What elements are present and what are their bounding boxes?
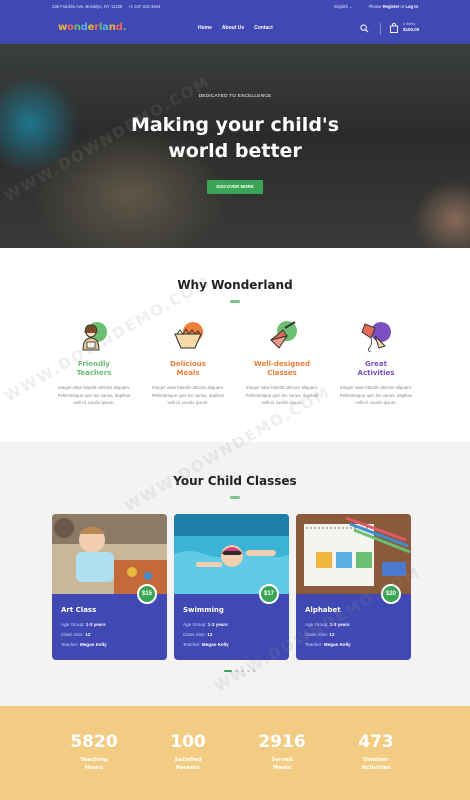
feature-description: Integer vitae blandit ultricies aliquam.… (339, 385, 413, 405)
chevron-down-icon: ⌄ (349, 4, 353, 9)
feature-description: Integer vitae blandit ultricies aliquam.… (245, 385, 319, 405)
age-group: Age Group: 1-3 years (61, 622, 106, 627)
feature-title: Well-designed Classes (254, 360, 310, 377)
feature-title: Delicious Meals (170, 360, 206, 377)
account-links: Please Register or Log In (368, 4, 418, 9)
carousel-dot[interactable] (247, 670, 250, 672)
stat-label: Satisfied Parents (174, 757, 202, 771)
logo-letter: e (87, 22, 95, 33)
teacher: Teacher: Megan Kelly (183, 642, 229, 647)
swimming-photo (174, 514, 289, 594)
carousel-pagination (224, 670, 256, 672)
age-group: Age Group: 1-3 years (305, 622, 350, 627)
stat-label: Teaching Hours (80, 757, 108, 771)
meal-bowl-icon (171, 320, 205, 354)
cart-total: $100.00 (403, 27, 420, 32)
class-card-art[interactable]: $15 Art Class Age Group: 1-3 years Class… (52, 514, 167, 660)
feature-great-activities: Great Activities Integer vitae blandit u… (332, 320, 420, 407)
address-text: 236 Franklin Ave, Brooklyn, NY 11238 (52, 4, 123, 9)
class-size: Class Size: 12 (305, 632, 335, 637)
phone-text: +1 347-318-3644 (128, 4, 161, 9)
teacher-icon (77, 320, 111, 354)
language-select[interactable]: English ⌄ (334, 4, 352, 9)
discover-more-button[interactable]: DISCOVER MORE (207, 180, 263, 194)
stat-outdoor-activities: 473 Outdoor Activities (336, 732, 416, 772)
price-badge: $20 (381, 584, 401, 604)
stat-teaching-hours: 5820 Teaching Hours (54, 732, 134, 772)
stat-label: Outdoor Activities (361, 757, 391, 771)
stat-value: 473 (358, 732, 394, 752)
nav-about-us[interactable]: About Us (222, 25, 244, 31)
class-title[interactable]: Swimming (183, 606, 224, 614)
feature-description: Integer vitae blandit ultricies aliquam.… (151, 385, 225, 405)
kite-icon (359, 320, 393, 354)
feature-well-designed-classes: Well-designed Classes Integer vitae blan… (238, 320, 326, 407)
hero-title: Making your child's world better (130, 114, 340, 162)
alphabet-photo (296, 514, 411, 594)
register-link[interactable]: Register (383, 4, 400, 9)
hero-banner: DEDICATED TO EXCELLENCE Making your chil… (0, 44, 470, 248)
feature-friendly-teachers: Friendly Teachers Integer vitae blandit … (50, 320, 138, 407)
search-icon[interactable] (360, 24, 369, 33)
logo-letter: . (122, 22, 127, 33)
class-size: Class Size: 12 (183, 632, 213, 637)
stat-satisfied-parents: 100 Satisfied Parents (148, 732, 228, 772)
feature-title: Friendly Teachers (76, 360, 112, 377)
price-badge: $15 (137, 584, 157, 604)
logo-letter: o (67, 22, 74, 33)
main-header: wonderland. Home About Us Contact 0 item… (0, 14, 470, 44)
carousel-dot[interactable] (241, 670, 244, 672)
feature-description: Integer vitae blandit ultricies aliquam.… (57, 385, 131, 405)
login-link[interactable]: Log In (405, 4, 418, 9)
class-size: Class Size: 12 (61, 632, 91, 637)
teacher: Teacher: Megan Kelly (305, 642, 351, 647)
logo-letter: n (73, 22, 81, 33)
section-title: Why Wonderland (177, 278, 293, 292)
price-badge: $17 (259, 584, 279, 604)
title-underline (230, 300, 240, 303)
stat-value: 2916 (258, 732, 306, 752)
carousel-dot[interactable] (235, 670, 238, 672)
class-title[interactable]: Alphabet (305, 606, 341, 614)
stat-label: Served Meals (271, 757, 293, 771)
stat-value: 5820 (70, 732, 118, 752)
class-card-alphabet[interactable]: $20 Alphabet Age Group: 1-3 years Class … (296, 514, 411, 660)
art-class-photo (52, 514, 167, 594)
class-card-swimming[interactable]: $17 Swimming Age Group: 1-3 years Class … (174, 514, 289, 660)
feature-title: Great Activities (357, 360, 395, 377)
teacher: Teacher: Megan Kelly (61, 642, 107, 647)
logo-letter: d (80, 22, 88, 33)
shopping-bag-icon (390, 23, 398, 33)
carousel-dot[interactable] (224, 670, 232, 672)
top-info-bar: 236 Franklin Ave, Brooklyn, NY 11238 +1 … (0, 0, 470, 14)
cart-items-count: 0 items (403, 22, 416, 26)
carousel-dot[interactable] (253, 670, 256, 672)
hero-kicker: DEDICATED TO EXCELLENCE (198, 94, 272, 99)
nav-contact[interactable]: Contact (254, 25, 273, 31)
feature-delicious-meals: Delicious Meals Integer vitae blandit ul… (144, 320, 232, 407)
logo[interactable]: wonderland. (58, 22, 126, 33)
header-divider (380, 23, 381, 35)
logo-letter: d (115, 22, 123, 33)
why-section: Why Wonderland Friendly Teachers Integer… (0, 248, 470, 442)
stat-value: 100 (170, 732, 206, 752)
stats-section: 5820 Teaching Hours 100 Satisfied Parents … (0, 706, 470, 800)
section-title: Your Child Classes (173, 474, 297, 488)
logo-letter: n (108, 22, 116, 33)
age-group: Age Group: 1-3 years (183, 622, 228, 627)
classes-section: Your Child Classes $15 Art Class Age Gro… (0, 442, 470, 706)
main-nav: Home About Us Contact (198, 25, 273, 31)
class-title[interactable]: Art Class (61, 606, 96, 614)
logo-letter: w (58, 22, 68, 33)
nav-home[interactable]: Home (198, 25, 212, 31)
trowel-icon (265, 320, 299, 354)
stat-served-meals: 2916 Served Meals (242, 732, 322, 772)
title-underline (230, 496, 240, 499)
